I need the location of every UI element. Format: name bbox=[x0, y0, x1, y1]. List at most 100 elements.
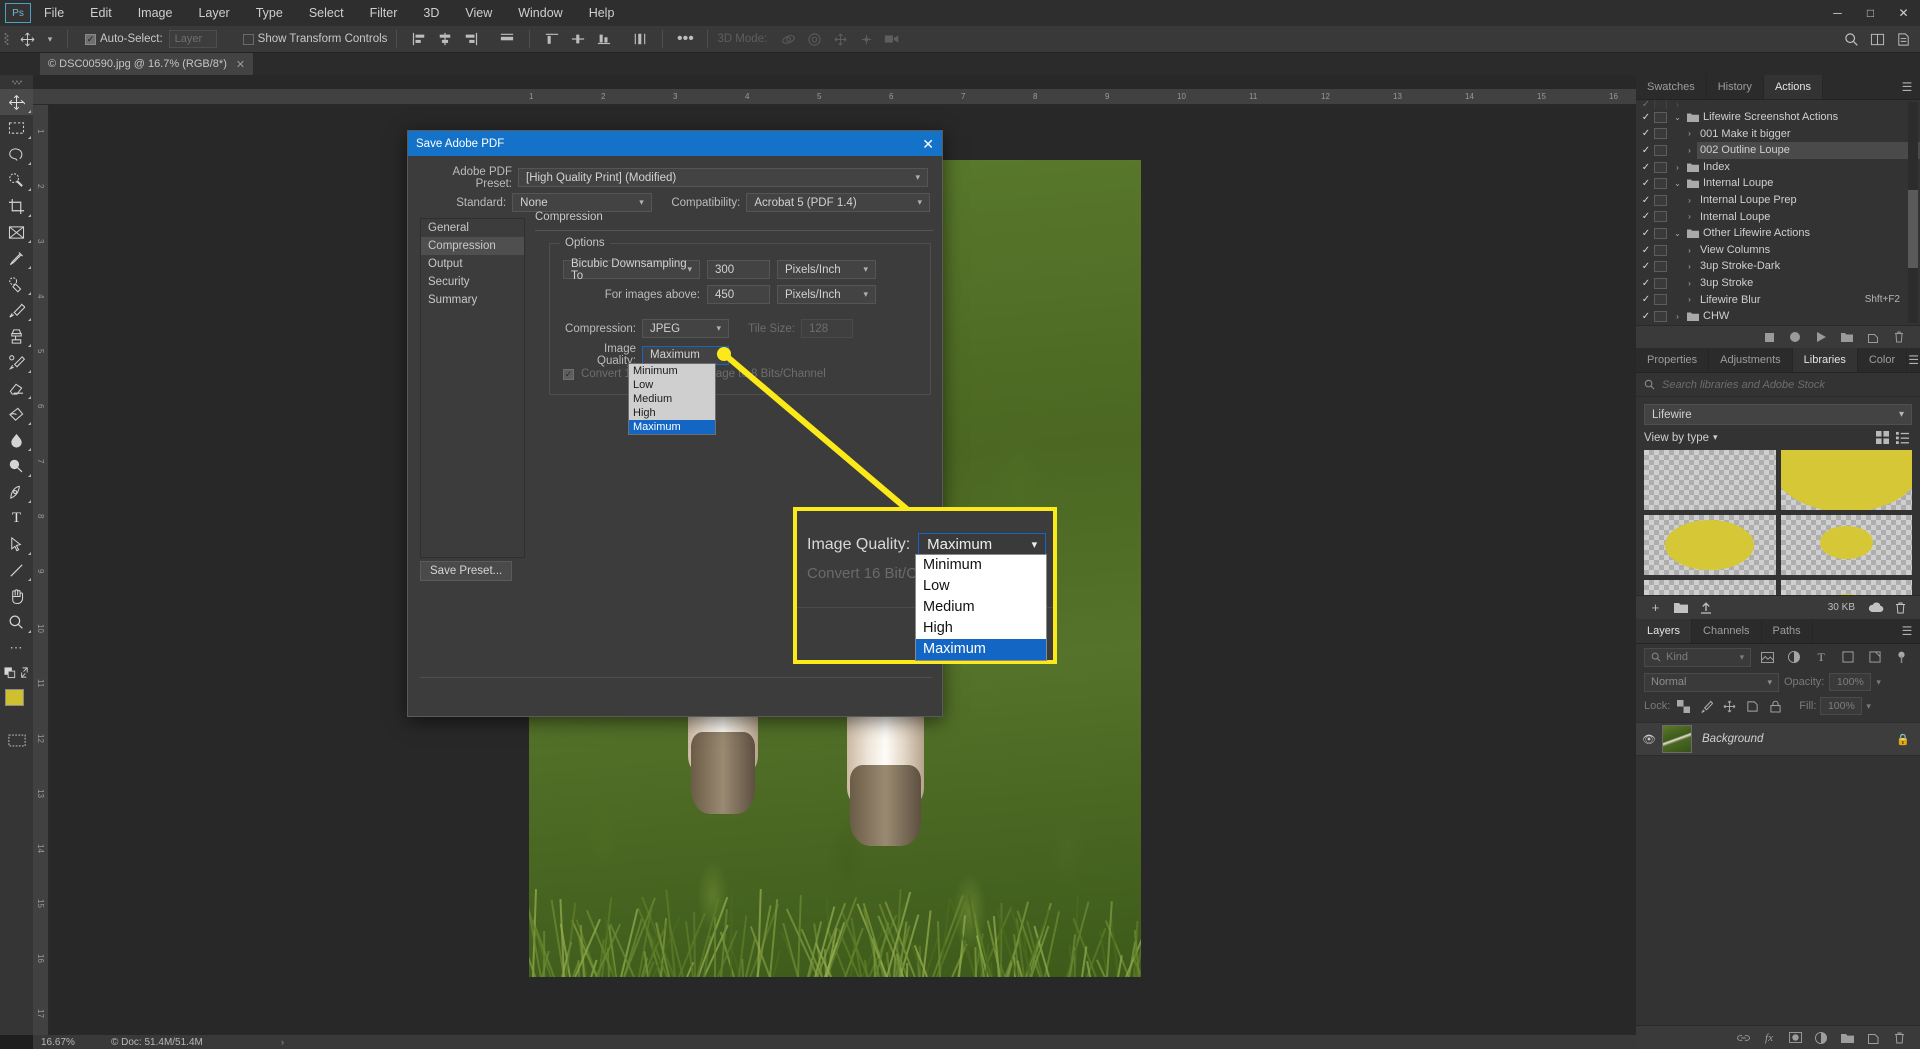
options-bar-grip[interactable] bbox=[0, 26, 12, 53]
align-top-edges-icon[interactable] bbox=[494, 28, 520, 50]
action-name[interactable]: Lifewire Blur bbox=[1697, 292, 1865, 309]
nav-item-summary[interactable]: Summary bbox=[421, 291, 524, 309]
search-icon[interactable] bbox=[1838, 28, 1864, 50]
move-tool[interactable] bbox=[0, 89, 33, 115]
callout-dropdown-list[interactable]: Minimum Low Medium High Maximum bbox=[915, 554, 1047, 661]
action-dialog-toggle[interactable] bbox=[1654, 178, 1667, 189]
tab-adjustments[interactable]: Adjustments bbox=[1709, 348, 1793, 372]
action-dialog-toggle[interactable] bbox=[1654, 211, 1667, 222]
library-asset-thumbnail[interactable] bbox=[1644, 515, 1776, 575]
edit-toolbar-icon[interactable]: ⋯ bbox=[0, 635, 33, 661]
tab-libraries[interactable]: Libraries bbox=[1793, 348, 1858, 372]
libraries-search-bar[interactable]: Search libraries and Adobe Stock bbox=[1636, 373, 1920, 397]
action-toggle-checkbox[interactable]: ✓ bbox=[1638, 195, 1654, 206]
nav-item-general[interactable]: General bbox=[421, 219, 524, 237]
layer-filter-kind-select[interactable]: Kind ▾ bbox=[1644, 648, 1751, 667]
lock-all-icon[interactable] bbox=[1766, 697, 1785, 715]
chevron-right-icon[interactable]: › bbox=[1682, 262, 1697, 271]
downsample-resolution-input[interactable]: 300 bbox=[707, 260, 770, 279]
tab-properties[interactable]: Properties bbox=[1636, 348, 1709, 372]
menu-3d[interactable]: 3D bbox=[410, 0, 452, 26]
more-options-icon[interactable]: ••• bbox=[672, 28, 698, 50]
filter-adjustment-layers-icon[interactable] bbox=[1784, 648, 1805, 667]
action-dialog-toggle[interactable] bbox=[1654, 311, 1667, 322]
brush-tool[interactable] bbox=[0, 297, 33, 323]
quick-selection-tool[interactable] bbox=[0, 167, 33, 193]
delete-icon[interactable] bbox=[1888, 602, 1913, 614]
callout-option-high[interactable]: High bbox=[916, 618, 1046, 639]
opacity-value[interactable]: 100% bbox=[1829, 673, 1871, 691]
action-name[interactable]: Lifewire Screenshot Actions bbox=[1700, 109, 1920, 126]
action-dialog-toggle[interactable] bbox=[1654, 261, 1667, 272]
default-colors-icon[interactable] bbox=[0, 661, 33, 683]
menu-view[interactable]: View bbox=[452, 0, 505, 26]
library-asset-thumbnail[interactable] bbox=[1781, 450, 1913, 510]
action-toggle-checkbox[interactable]: ✓ bbox=[1638, 112, 1654, 123]
align-left-edges-icon[interactable] bbox=[406, 28, 432, 50]
filter-shape-layers-icon[interactable] bbox=[1838, 648, 1859, 667]
distribute-bottom-edges-icon[interactable] bbox=[591, 28, 617, 50]
tab-color[interactable]: Color bbox=[1858, 348, 1907, 372]
library-asset-thumbnail[interactable] bbox=[1781, 515, 1913, 575]
status-expand-icon[interactable]: › bbox=[281, 1037, 284, 1047]
compression-select[interactable]: JPEG ▾ bbox=[642, 319, 729, 338]
distribute-vertical-centers-icon[interactable] bbox=[565, 28, 591, 50]
action-toggle-checkbox[interactable]: ✓ bbox=[1638, 178, 1654, 189]
history-brush-tool[interactable] bbox=[0, 349, 33, 375]
menu-layer[interactable]: Layer bbox=[185, 0, 242, 26]
3d-slide-icon[interactable] bbox=[853, 28, 879, 50]
chevron-down-icon[interactable]: ▾ bbox=[1876, 677, 1881, 688]
dialog-title-bar[interactable]: Save Adobe PDF ✕ bbox=[408, 131, 942, 156]
library-asset-thumbnail[interactable] bbox=[1644, 580, 1776, 595]
upload-icon[interactable] bbox=[1693, 602, 1718, 614]
eyedropper-tool[interactable] bbox=[0, 245, 33, 271]
library-asset-thumbnail[interactable] bbox=[1644, 450, 1776, 510]
action-toggle-checkbox[interactable]: ✓ bbox=[1638, 311, 1654, 322]
for-images-above-input[interactable]: 450 bbox=[707, 285, 770, 304]
clone-stamp-tool[interactable] bbox=[0, 323, 33, 349]
for-images-above-unit-select[interactable]: Pixels/Inch ▾ bbox=[777, 285, 876, 304]
chevron-right-icon[interactable]: › bbox=[1670, 312, 1685, 321]
maximize-button[interactable]: □ bbox=[1854, 0, 1887, 26]
chevron-right-icon[interactable]: › bbox=[1682, 196, 1697, 205]
show-transform-checkbox[interactable]: ✓ bbox=[243, 34, 254, 45]
action-name[interactable]: Internal Loupe Prep bbox=[1697, 192, 1920, 209]
move-tool-icon[interactable] bbox=[12, 28, 42, 50]
actions-action-row[interactable]: ✓ › 3up Stroke-Dark bbox=[1636, 258, 1920, 275]
document-tab[interactable]: © DSC00590.jpg @ 16.7% (RGB/8*) ✕ bbox=[40, 53, 253, 75]
action-name[interactable]: Internal Loupe bbox=[1700, 175, 1920, 192]
downsample-unit-select[interactable]: Pixels/Inch ▾ bbox=[777, 260, 876, 279]
group-icon[interactable] bbox=[1834, 1033, 1860, 1043]
save-preset-button[interactable]: Save Preset... bbox=[420, 561, 512, 581]
3d-orbit-icon[interactable] bbox=[775, 28, 801, 50]
menu-image[interactable]: Image bbox=[125, 0, 186, 26]
action-toggle-checkbox[interactable]: ✓ bbox=[1638, 128, 1654, 139]
action-dialog-toggle[interactable] bbox=[1654, 195, 1667, 206]
actions-action-row[interactable]: ✓ › 002 Outline Loupe bbox=[1636, 142, 1920, 159]
nav-item-compression[interactable]: Compression bbox=[421, 237, 524, 255]
library-selector[interactable]: Lifewire ▾ bbox=[1644, 404, 1912, 425]
auto-select-target-field[interactable]: Layer bbox=[169, 30, 217, 48]
foreground-color-swatch[interactable] bbox=[5, 689, 24, 706]
record-icon[interactable] bbox=[1782, 326, 1808, 349]
actions-action-row[interactable]: ✓ › Lifewire Blur Shft+F2 bbox=[1636, 292, 1920, 309]
actions-action-row[interactable]: ✓ › 3up Stroke bbox=[1636, 275, 1920, 292]
action-dialog-toggle[interactable] bbox=[1654, 145, 1667, 156]
tab-layers[interactable]: Layers bbox=[1636, 619, 1692, 643]
layer-name[interactable]: Background bbox=[1702, 733, 1763, 745]
preset-select[interactable]: [High Quality Print] (Modified) ▾ bbox=[518, 168, 928, 187]
stop-icon[interactable] bbox=[1756, 326, 1782, 349]
toolbar-grip[interactable] bbox=[0, 75, 33, 89]
callout-option-minimum[interactable]: Minimum bbox=[916, 555, 1046, 576]
filter-type-layers-icon[interactable]: T bbox=[1811, 648, 1832, 667]
compatibility-select[interactable]: Acrobat 5 (PDF 1.4) ▾ bbox=[746, 193, 930, 212]
frame-tool[interactable] bbox=[0, 219, 33, 245]
3d-camera-icon[interactable] bbox=[879, 28, 905, 50]
chevron-down-icon[interactable]: ⌄ bbox=[1670, 179, 1685, 188]
delete-icon[interactable] bbox=[1886, 1032, 1912, 1044]
3d-roll-icon[interactable] bbox=[801, 28, 827, 50]
panel-menu-icon[interactable]: ☰ bbox=[1907, 348, 1920, 372]
action-name[interactable]: Other Lifewire Actions bbox=[1700, 225, 1920, 242]
align-right-edges-icon[interactable] bbox=[458, 28, 484, 50]
menu-file[interactable]: File bbox=[31, 0, 77, 26]
